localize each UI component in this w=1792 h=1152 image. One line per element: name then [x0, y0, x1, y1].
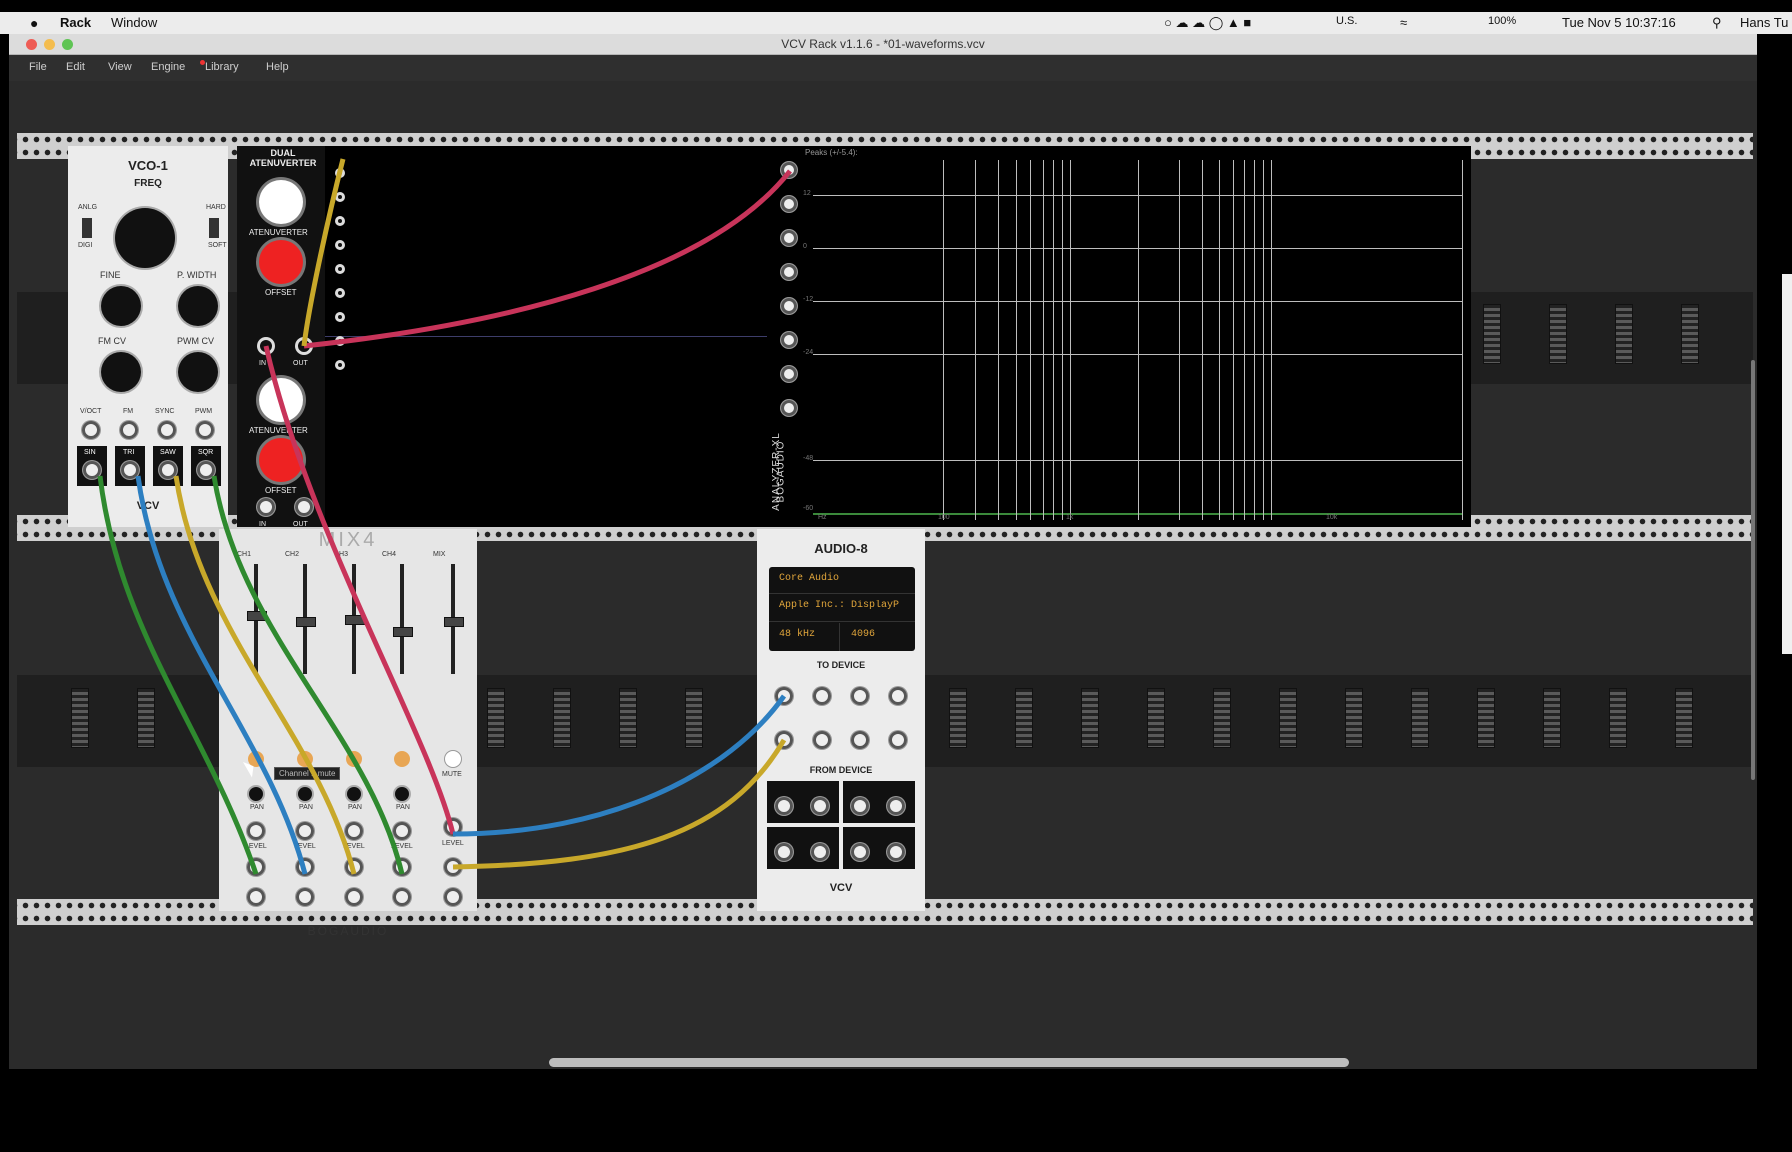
- battery-status[interactable]: 100%: [1488, 15, 1516, 27]
- app-name-menu[interactable]: Rack: [60, 15, 91, 30]
- input-source-menu[interactable]: U.S.: [1336, 15, 1357, 27]
- rack-window: VCV Rack v1.1.6 - *01-waveforms.vcv File…: [9, 34, 1792, 1069]
- macos-menubar: ● Rack Window ○ ☁ ☁ ◯ ▲ ■ U.S. ≈ 100% Tu…: [0, 12, 1792, 34]
- wifi-icon[interactable]: ≈: [1400, 15, 1407, 30]
- red-cable-2[interactable]: [303, 169, 792, 349]
- window-menu[interactable]: Window: [111, 15, 157, 30]
- green-cable-1[interactable]: [97, 475, 259, 875]
- blue-cable-2[interactable]: [452, 694, 787, 837]
- apple-menu-icon[interactable]: ●: [30, 15, 38, 31]
- green-cable-2[interactable]: [211, 475, 405, 875]
- yellow-cable-2[interactable]: [301, 158, 346, 347]
- red-cable-1[interactable]: [263, 345, 456, 835]
- patch-cables: [97, 158, 792, 875]
- background-window-edge: [1782, 274, 1792, 654]
- clock[interactable]: Tue Nov 5 10:37:16: [1562, 15, 1676, 30]
- yellow-cable-3[interactable]: [452, 738, 787, 870]
- horizontal-scrollbar[interactable]: [549, 1058, 1349, 1067]
- user-menu[interactable]: Hans Tu: [1740, 15, 1788, 30]
- search-icon[interactable]: ⚲: [1712, 15, 1722, 31]
- status-icons: ○ ☁ ☁ ◯ ▲ ■: [1164, 15, 1252, 30]
